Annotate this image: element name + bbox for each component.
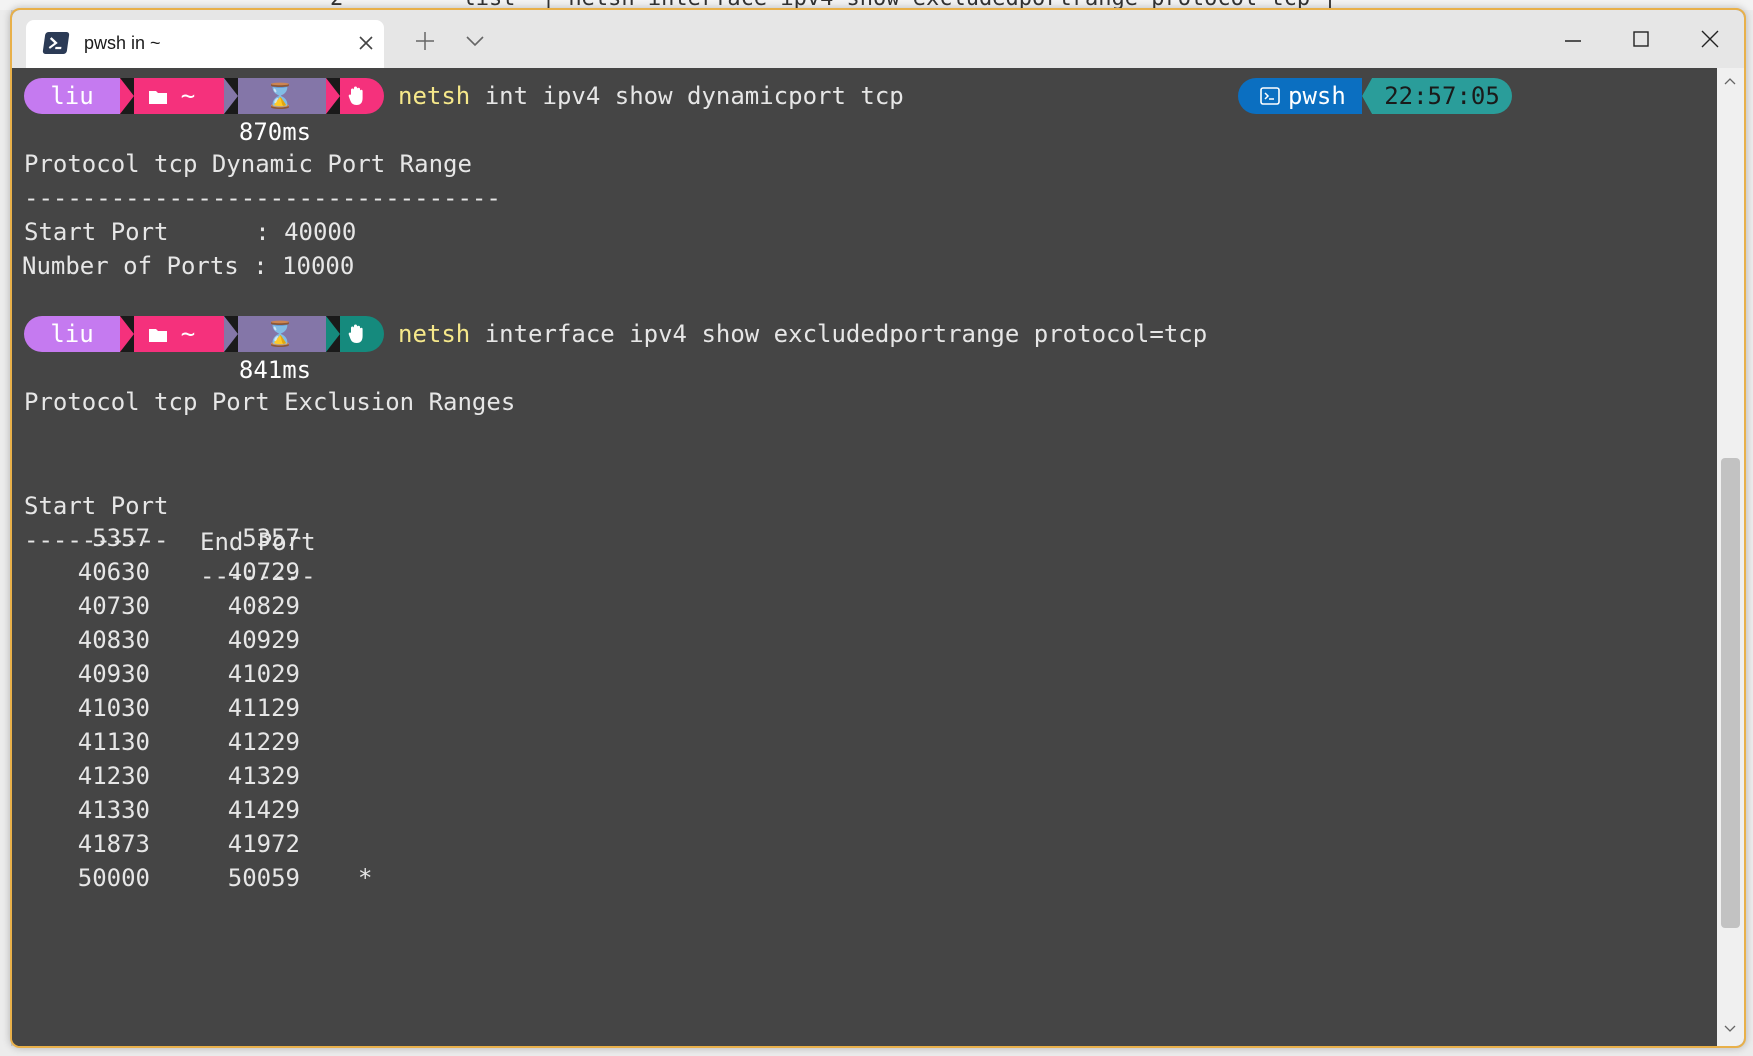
prompt-duration: ⌛870ms [224,78,340,146]
hourglass-icon: ⌛ [265,320,295,348]
command-text: netsh int ipv4 show dynamicport tcp [398,82,904,110]
minimize-icon[interactable] [1564,34,1582,48]
end-port-cell: 41029 [227,660,300,688]
chevron-down-icon[interactable] [464,32,486,50]
end-port-cell: 41229 [227,728,300,756]
maximize-icon[interactable] [1632,30,1650,48]
output-number-of-ports: Number of Ports : 10000 [22,252,355,280]
end-port-cell: 41429 [227,796,300,824]
hourglass-icon: ⌛ [265,82,295,110]
title-bar[interactable]: pwsh in ~ [12,10,1744,68]
end-port-cell: 40729 [227,558,300,586]
tab-pwsh[interactable]: pwsh in ~ [26,20,384,68]
close-tab-icon[interactable] [356,33,376,53]
start-port-cell: 41230 [77,762,150,790]
start-port-cell: 5357 [92,524,150,552]
scroll-down-icon[interactable] [1723,1024,1737,1034]
prompt-status [326,78,384,114]
output-heading: Protocol tcp Dynamic Port Range [24,150,472,178]
start-port-cell: 41330 [77,796,150,824]
output-start-port: Start Port : 40000 [24,218,357,246]
start-port-cell: 40730 [77,592,150,620]
start-port-cell: 40830 [77,626,150,654]
start-port-cell: 41130 [77,728,150,756]
start-port-cell: 41030 [77,694,150,722]
close-window-icon[interactable] [1700,29,1720,49]
start-port-cell: 41873 [77,830,150,858]
end-port-cell: 41129 [227,694,300,722]
terminal-icon [1260,87,1280,105]
output-rule: --------------------------------- [24,184,501,212]
terminal-output[interactable]: liu ~ ⌛870ms netsh int ipv4 show dynamic… [12,68,1717,1046]
prompt-path: ~ [120,78,238,114]
end-port-cell: 40829 [227,592,300,620]
prompt-user: liu [24,316,134,352]
prompt-path: ~ [120,316,238,352]
end-port-cell: 40929 [227,626,300,654]
end-port-cell: 5357 [242,524,300,552]
start-port-cell: 40930 [77,660,150,688]
table-rule: ---------- -------- [24,486,316,590]
scrollbar[interactable] [1717,68,1744,1046]
start-port-cell: 50000 [77,864,150,892]
start-port-cell: 40630 [77,558,150,586]
hand-icon [348,86,363,105]
prompt-status [326,316,384,352]
command-text: netsh interface ipv4 show excludedportra… [398,320,1208,348]
prompt-duration: ⌛841ms [224,316,340,384]
table-header: Start Port End Port [24,452,316,556]
folder-icon [148,91,167,104]
end-port-cell: 50059 [227,864,300,892]
powershell-icon [42,32,70,54]
exclusion-heading: Protocol tcp Port Exclusion Ranges [24,388,516,416]
flag-cell: * [358,864,373,892]
clock: 22:57:05 [1362,78,1512,114]
scroll-thumb[interactable] [1721,458,1740,928]
terminal-window: pwsh in ~ liu ~ ⌛870ms netsh int ipv4 sh… [10,8,1746,1048]
tab-title: pwsh in ~ [84,33,161,53]
scroll-up-icon[interactable] [1723,76,1737,86]
end-port-cell: 41329 [227,762,300,790]
end-port-cell: 41972 [227,830,300,858]
folder-icon [148,329,167,342]
shell-badge: pwsh [1238,78,1362,114]
new-tab-icon[interactable] [414,30,436,52]
prompt-user: liu [24,78,134,114]
hand-icon [348,324,363,343]
